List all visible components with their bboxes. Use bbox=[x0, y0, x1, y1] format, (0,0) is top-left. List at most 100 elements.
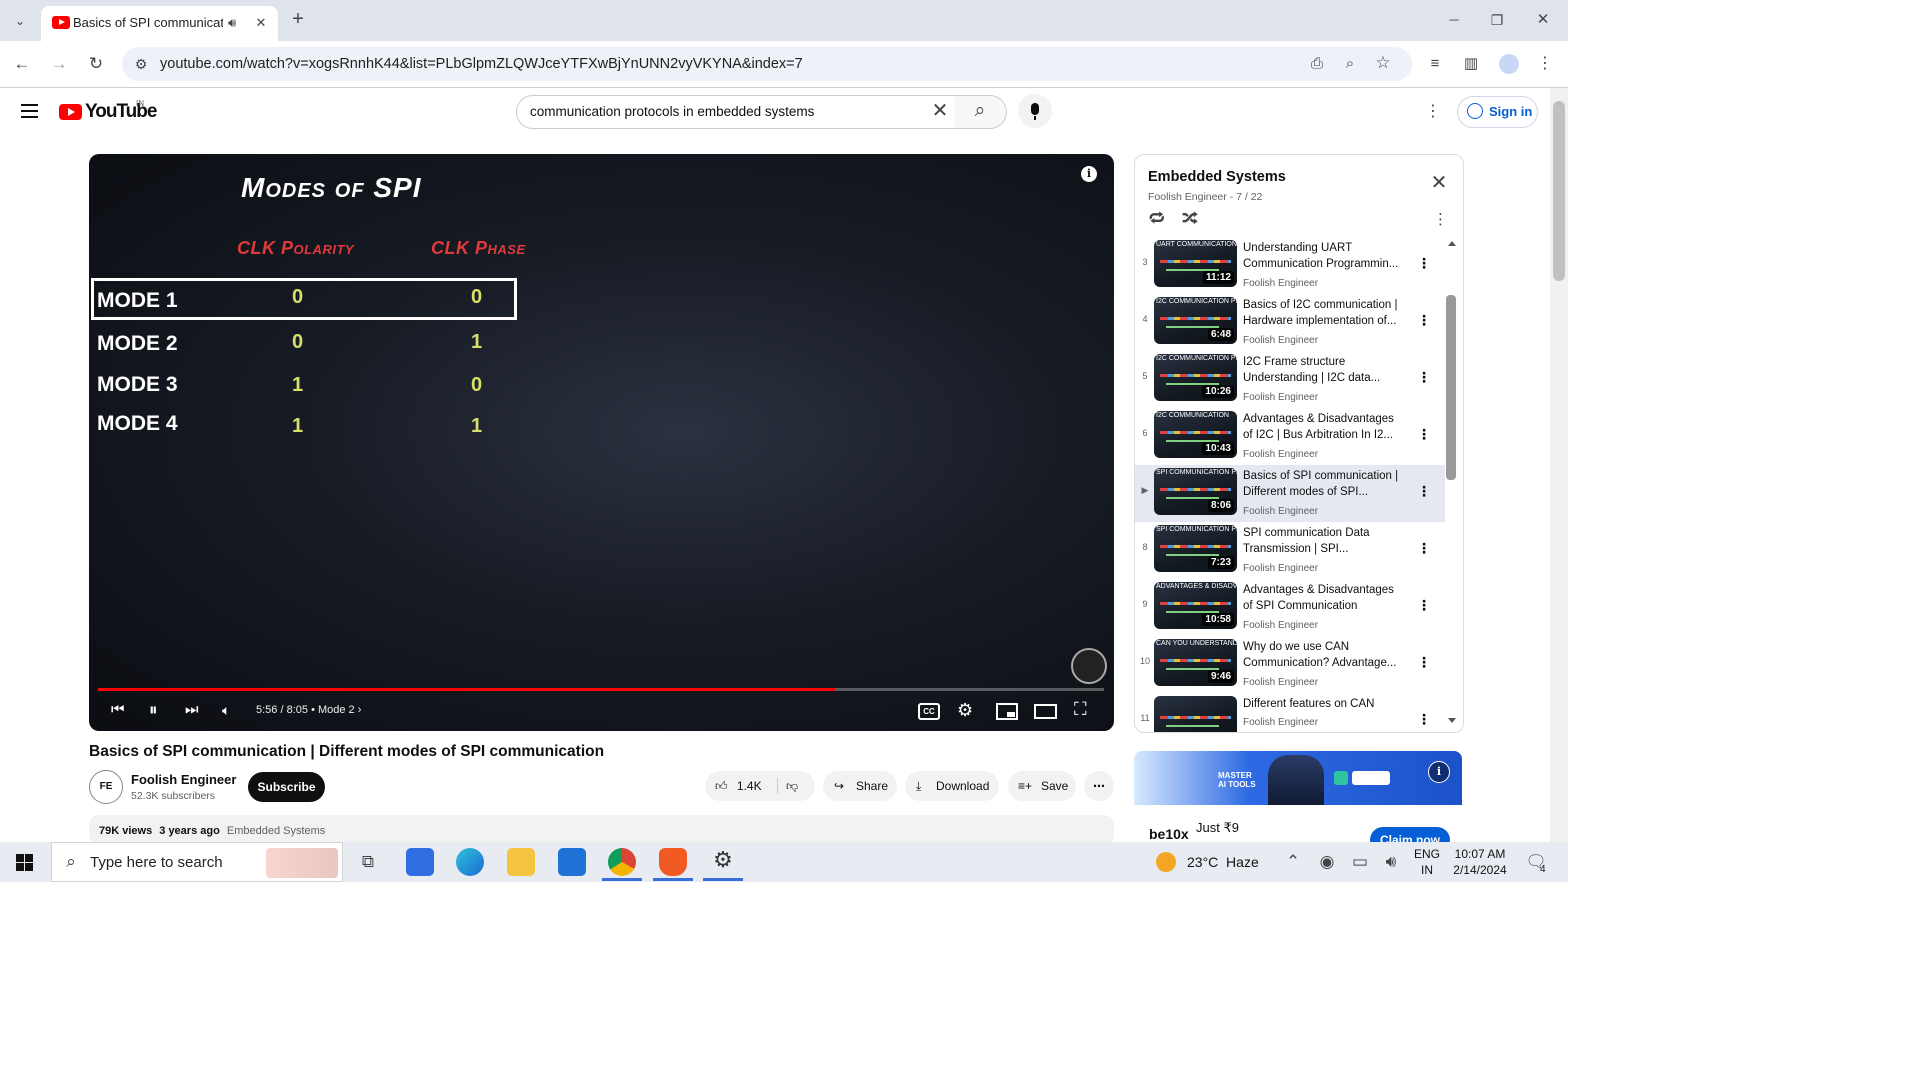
playlist-item-title[interactable]: Understanding UART Communication Program… bbox=[1243, 240, 1405, 272]
playlist-item-menu-icon[interactable]: ⋮ bbox=[1417, 484, 1431, 498]
tray-chevron-icon[interactable]: ⌃ bbox=[1285, 852, 1301, 872]
close-playlist-icon[interactable]: ✕ bbox=[1429, 173, 1449, 193]
hamburger-menu-icon[interactable] bbox=[21, 100, 38, 122]
playlist-item[interactable]: 10 CAN YOU UNDERSTAND CAN COMMUNICATION? 9… bbox=[1135, 636, 1445, 693]
loop-icon[interactable]: 🔁︎ bbox=[1147, 210, 1167, 230]
search-input[interactable]: communication protocols in embedded syst… bbox=[516, 95, 956, 129]
next-icon[interactable]: ⏭︎ bbox=[185, 701, 199, 718]
fullscreen-icon[interactable]: ⛶ bbox=[1074, 699, 1087, 720]
channel-avatar[interactable]: FE bbox=[89, 770, 123, 804]
playlist-item-menu-icon[interactable]: ⋮ bbox=[1417, 655, 1431, 669]
weather-icon[interactable] bbox=[1156, 852, 1176, 872]
playlist-item-title[interactable]: Advantages & Disadvantages of I2C | Bus … bbox=[1243, 411, 1405, 443]
voice-search-button[interactable] bbox=[1018, 94, 1052, 128]
microsoft-store-icon[interactable] bbox=[406, 848, 434, 876]
windows-start-icon[interactable] bbox=[16, 854, 33, 871]
speaker-icon[interactable]: 🔊︎ bbox=[228, 13, 236, 33]
playlist-item[interactable]: 5 I2C COMMUNICATION PROTOCOL 10:26 I2C Fram… bbox=[1135, 351, 1445, 408]
back-icon[interactable]: ← bbox=[12, 54, 32, 74]
volume-icon[interactable]: 🔈︎ bbox=[222, 702, 230, 719]
pause-icon[interactable]: ⏸︎ bbox=[149, 700, 158, 720]
clock[interactable]: 10:07 AM 2/14/2024 bbox=[1448, 846, 1512, 878]
window-close-button[interactable]: ✕ bbox=[1534, 10, 1552, 30]
share-button[interactable]: ↪ Share bbox=[823, 771, 897, 801]
playlist-item[interactable]: 3 UART COMMUNICATION PROTOCOL 11:12 Underst… bbox=[1135, 237, 1445, 294]
settings-kebab-icon[interactable]: ⋮ bbox=[1425, 102, 1441, 122]
zoom-icon[interactable]: ⌕ bbox=[1341, 54, 1359, 74]
video-thumbnail[interactable]: SPI COMMUNICATION PROTOCOL 8:06 bbox=[1154, 468, 1237, 515]
playlist-item-menu-icon[interactable]: ⋮ bbox=[1417, 541, 1431, 555]
minimize-button[interactable]: ─ bbox=[1445, 10, 1463, 30]
playlist-menu-icon[interactable]: ⋮ bbox=[1433, 210, 1448, 230]
playlist-item-title[interactable]: Why do we use CAN Communication? Advanta… bbox=[1243, 639, 1405, 671]
info-icon[interactable]: i bbox=[1081, 166, 1097, 182]
weather-text[interactable]: 23°C Haze bbox=[1187, 854, 1259, 870]
playlist-item-menu-icon[interactable]: ⋮ bbox=[1417, 427, 1431, 441]
taskbar-search-input[interactable]: ⌕ Type here to search bbox=[51, 842, 343, 882]
playlist-item-title[interactable]: Basics of SPI communication | Different … bbox=[1243, 468, 1405, 500]
sign-in-button[interactable]: Sign in bbox=[1457, 96, 1538, 128]
reload-icon[interactable]: ↻ bbox=[86, 54, 106, 74]
chapter-chevron-icon[interactable]: › bbox=[358, 704, 362, 716]
install-app-icon[interactable]: ⎙ bbox=[1308, 54, 1326, 74]
forward-icon[interactable]: → bbox=[49, 54, 69, 74]
theater-mode-icon[interactable] bbox=[1034, 704, 1057, 719]
profile-avatar-icon[interactable] bbox=[1499, 54, 1519, 74]
page-scrollbar-thumb[interactable] bbox=[1553, 101, 1565, 281]
playlist-item-title[interactable]: SPI communication Data Transmission | SP… bbox=[1243, 525, 1405, 557]
description-box[interactable]: 79K views 3 years ago Embedded Systems bbox=[89, 815, 1114, 845]
language-indicator[interactable]: ENG IN bbox=[1414, 846, 1440, 878]
video-thumbnail[interactable]: I2C COMMUNICATION PROTOCOL 10:26 bbox=[1154, 354, 1237, 401]
playlist-item-title[interactable]: Different features on CAN bbox=[1243, 696, 1405, 712]
shuffle-icon[interactable]: 🔀︎ bbox=[1180, 210, 1200, 230]
edge-browser-icon[interactable] bbox=[456, 848, 484, 876]
like-button[interactable]: 👍︎ 1.4K bbox=[715, 771, 762, 801]
ad-banner[interactable]: MASTER AI TOOLS i bbox=[1134, 751, 1462, 805]
previous-icon[interactable]: ⏮︎ bbox=[111, 701, 125, 718]
playlist-item[interactable]: 6 I2C COMMUNICATION 10:43 Advantages & Disa… bbox=[1135, 408, 1445, 465]
playlist-item-menu-icon[interactable]: ⋮ bbox=[1417, 598, 1431, 612]
miniplayer-icon[interactable] bbox=[996, 703, 1018, 720]
site-info-icon[interactable]: ⚙ bbox=[132, 54, 150, 74]
video-thumbnail[interactable]: I2C COMMUNICATION 10:43 bbox=[1154, 411, 1237, 458]
scroll-down-icon[interactable] bbox=[1448, 718, 1456, 723]
playlist-title[interactable]: Embedded Systems bbox=[1148, 169, 1286, 185]
dislike-button[interactable]: 👎︎ bbox=[786, 771, 798, 801]
tab-close-icon[interactable]: ✕ bbox=[253, 13, 269, 33]
file-explorer-icon[interactable] bbox=[507, 848, 535, 876]
playlist-item-menu-icon[interactable]: ⋮ bbox=[1417, 712, 1431, 726]
playlist-item-title[interactable]: I2C Frame structure Understanding | I2C … bbox=[1243, 354, 1405, 386]
playlist-item[interactable]: 8 SPI COMMUNICATION PROTOCOL 7:23 SPI commu… bbox=[1135, 522, 1445, 579]
bookmark-star-icon[interactable]: ☆ bbox=[1374, 53, 1392, 73]
playlist-item[interactable]: 11 Different features on CAN Foolish Engin… bbox=[1135, 693, 1445, 732]
video-thumbnail[interactable]: I2C COMMUNICATION PROTOCOL 6:48 bbox=[1154, 297, 1237, 344]
video-thumbnail[interactable]: SPI COMMUNICATION PROTOCOL 7:23 bbox=[1154, 525, 1237, 572]
browser-menu-icon[interactable]: ⋮ bbox=[1537, 54, 1553, 74]
speaker-icon[interactable]: 🔊︎ bbox=[1382, 852, 1400, 872]
video-thumbnail[interactable]: UART COMMUNICATION PROTOCOL 11:12 bbox=[1154, 240, 1237, 287]
video-thumbnail[interactable] bbox=[1154, 696, 1237, 732]
channel-name[interactable]: Foolish Engineer bbox=[131, 772, 236, 787]
youtube-logo-text[interactable]: YouTube bbox=[85, 101, 157, 123]
playlist-item-menu-icon[interactable]: ⋮ bbox=[1417, 370, 1431, 384]
side-panel-icon[interactable]: ▥ bbox=[1461, 54, 1481, 74]
video-thumbnail[interactable]: CAN YOU UNDERSTAND CAN COMMUNICATION? 9:4… bbox=[1154, 639, 1237, 686]
recording-icon[interactable]: ◉ bbox=[1318, 852, 1336, 872]
playlist-item[interactable]: 4 I2C COMMUNICATION PROTOCOL 6:48 Basics of… bbox=[1135, 294, 1445, 351]
clear-search-icon[interactable]: ✕ bbox=[929, 101, 951, 121]
battery-icon[interactable]: ▭ bbox=[1351, 852, 1369, 872]
playlist-item-title[interactable]: Basics of I2C communication | Hardware i… bbox=[1243, 297, 1405, 329]
ad-info-icon[interactable]: i bbox=[1428, 761, 1450, 783]
ad-footer[interactable]: be10x Just ₹9 Claim now bbox=[1134, 805, 1462, 853]
video-thumbnail[interactable]: ADVANTAGES & DISADVANTAGES 10:58 bbox=[1154, 582, 1237, 629]
brave-browser-icon[interactable] bbox=[659, 848, 687, 876]
playlist-item[interactable]: ▶ SPI COMMUNICATION PROTOCOL 8:06 Basics of… bbox=[1135, 465, 1445, 522]
download-button[interactable]: ⤓ Download bbox=[905, 771, 999, 801]
tab-search-chevron-icon[interactable]: ⌄ bbox=[10, 11, 30, 31]
playlist-scrollbar[interactable] bbox=[1446, 295, 1456, 480]
chapter-title[interactable]: Mode 2 bbox=[318, 704, 355, 716]
captions-icon[interactable]: CC bbox=[918, 703, 940, 720]
settings-gear-icon[interactable]: ⚙ bbox=[957, 700, 973, 721]
new-tab-button[interactable]: + bbox=[288, 9, 308, 29]
playlist-item-menu-icon[interactable]: ⋮ bbox=[1417, 313, 1431, 327]
